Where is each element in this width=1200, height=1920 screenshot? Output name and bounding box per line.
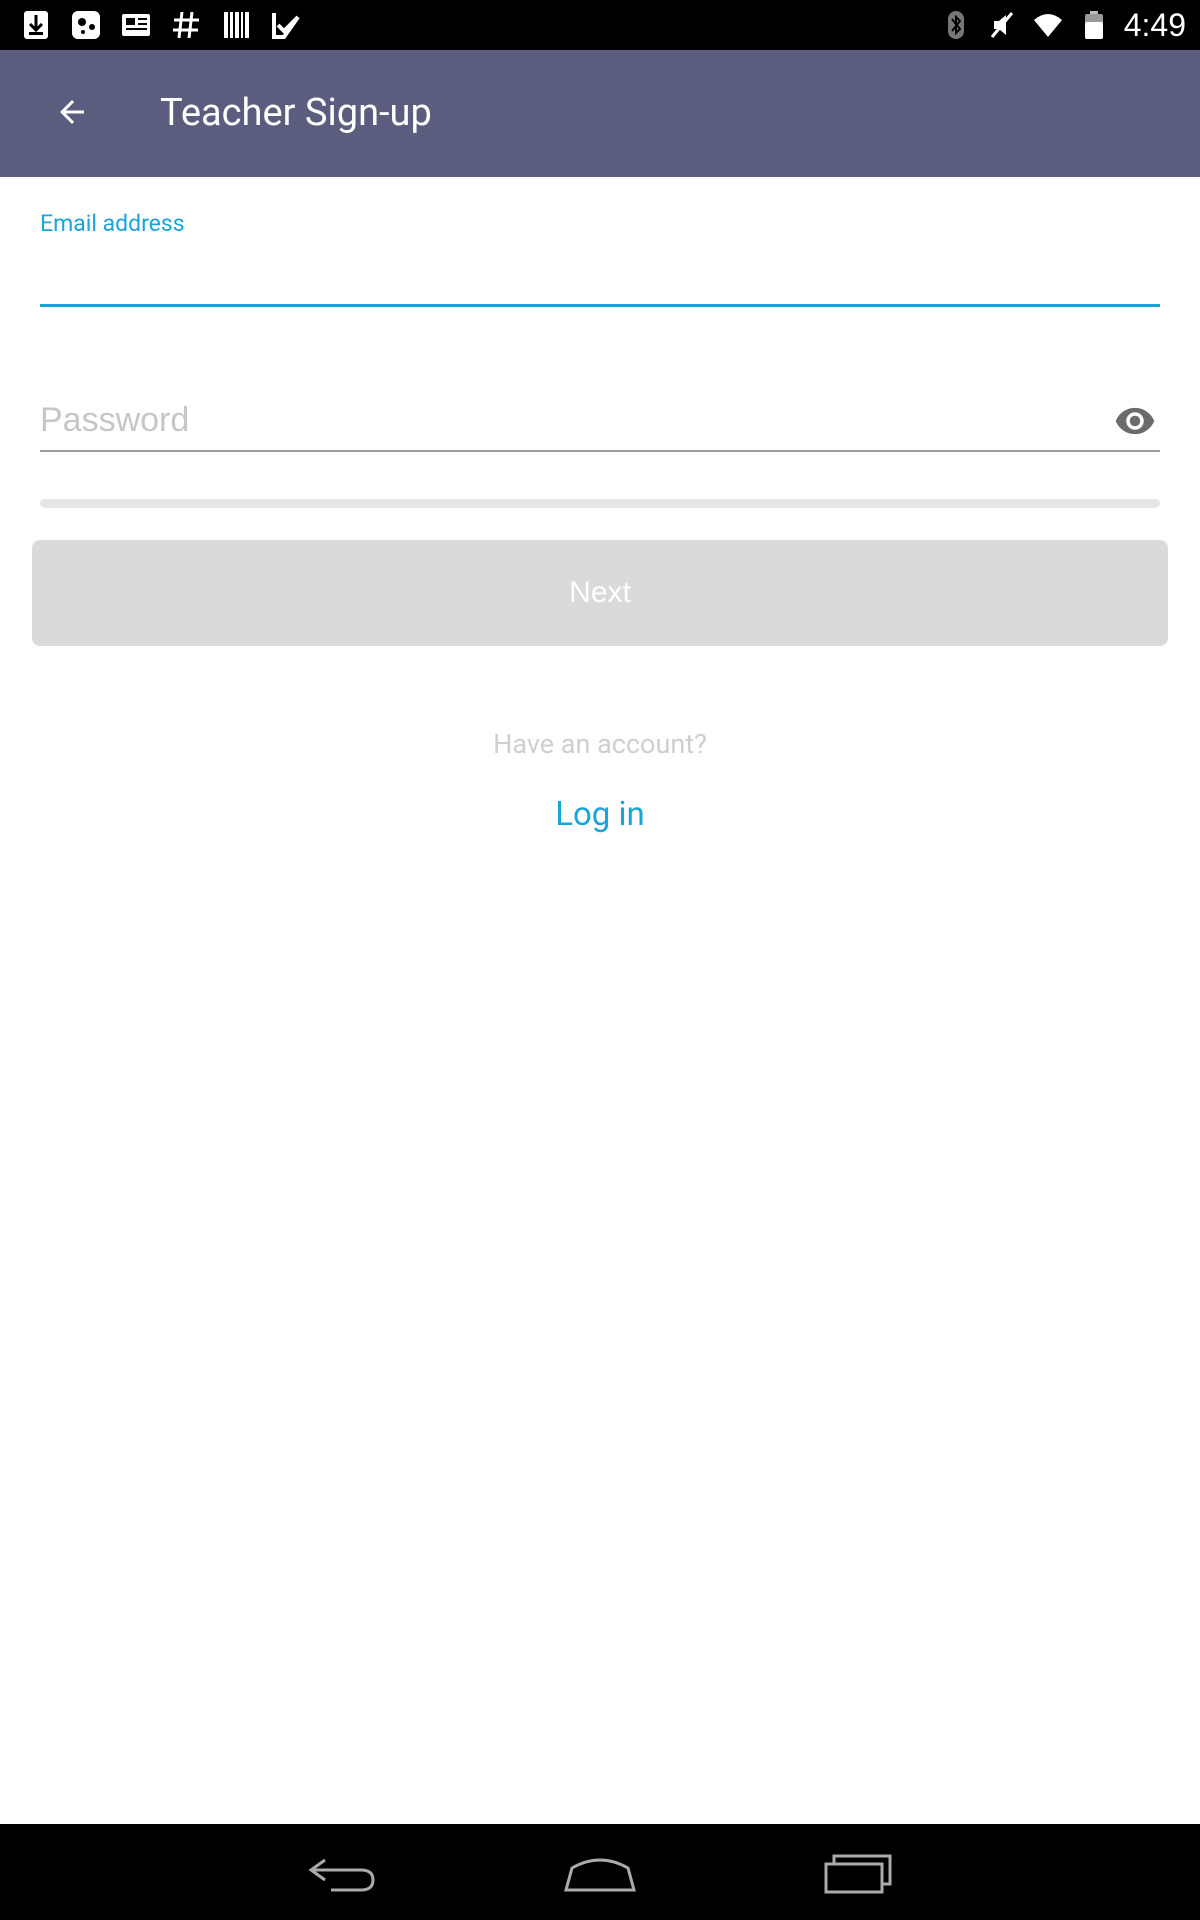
muted-icon [986, 9, 1018, 41]
have-account-text: Have an account? [493, 728, 707, 760]
status-bar: 4:49 [0, 0, 1200, 50]
page-title: Teacher Sign-up [160, 91, 432, 135]
download-icon [20, 9, 52, 41]
checklist-icon [270, 9, 302, 41]
nav-recents-button[interactable] [818, 1846, 898, 1900]
navigation-bar [0, 1824, 1200, 1920]
recents-icon [824, 1854, 892, 1894]
hashtag-icon [170, 9, 202, 41]
clock: 4:49 [1123, 7, 1186, 43]
wifi-icon [1032, 9, 1064, 41]
news-icon [120, 9, 152, 41]
home-icon [564, 1858, 636, 1892]
next-button[interactable]: Next [32, 540, 1168, 646]
battery-icon [1078, 9, 1110, 41]
email-underline [40, 304, 1160, 307]
password-strength-bar [40, 499, 1160, 508]
app-bar: Teacher Sign-up [0, 50, 1200, 177]
notification-icons [20, 8, 302, 42]
back-button[interactable] [42, 82, 102, 142]
arrow-left-icon [60, 100, 84, 124]
password-underline [40, 450, 1160, 452]
system-icons: 4:49 [940, 6, 1186, 44]
email-field[interactable] [40, 248, 1160, 304]
nav-back-button[interactable] [303, 1846, 383, 1900]
back-icon [308, 1858, 375, 1892]
email-label: Email address [40, 210, 185, 237]
barcode-icon [220, 9, 252, 41]
eye-icon [1115, 407, 1155, 435]
nav-home-button[interactable] [560, 1846, 640, 1900]
bluetooth-icon [940, 9, 972, 41]
show-password-toggle[interactable] [1110, 400, 1160, 442]
password-field[interactable] [40, 392, 1100, 448]
login-link[interactable]: Log in [500, 795, 700, 834]
game-controller-icon [70, 9, 102, 41]
